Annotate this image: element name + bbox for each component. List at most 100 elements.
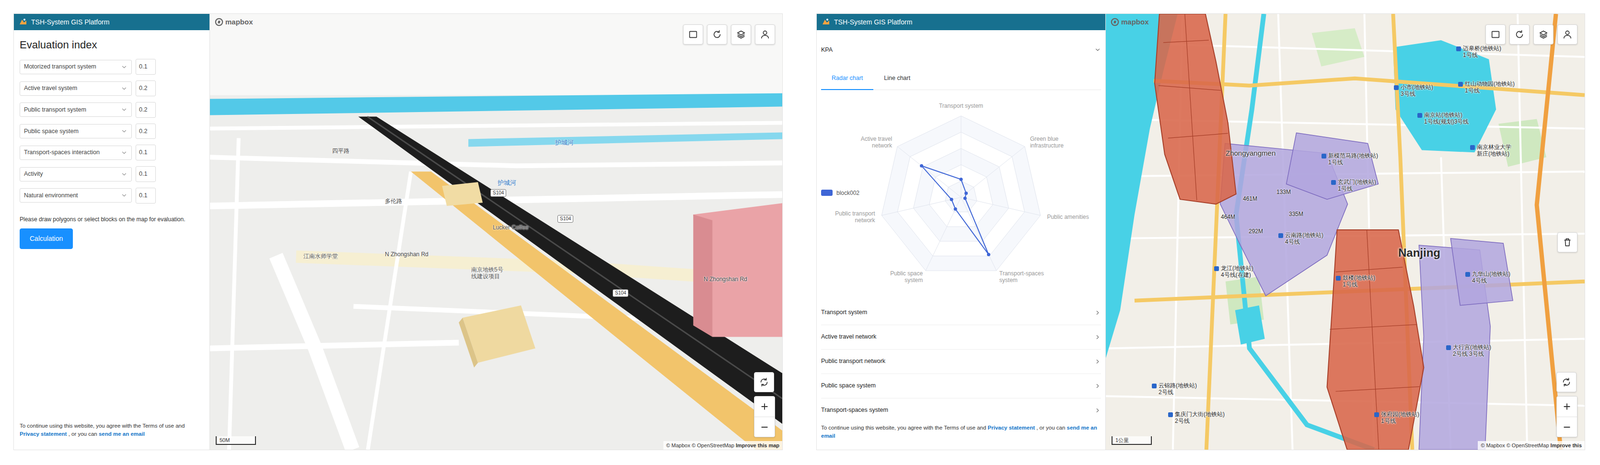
weight-input[interactable]: 0.2 xyxy=(135,102,156,118)
weight-input[interactable]: 0.1 xyxy=(135,144,156,161)
map-label[interactable]: 335M xyxy=(1288,211,1304,219)
map-label[interactable]: 鼓楼(地铁站) 1号线 xyxy=(1335,275,1376,289)
chart-tab[interactable]: Line chart xyxy=(873,67,921,91)
map-label[interactable]: 龙江(地铁站) 4号线(在建) xyxy=(1214,265,1254,279)
series-point[interactable] xyxy=(964,191,968,196)
map-label[interactable]: 张府园(地铁站) 1号线 xyxy=(1374,411,1420,426)
map-label[interactable]: Zhongyangmen xyxy=(1225,149,1276,158)
index-select[interactable]: Natural environment xyxy=(19,188,132,203)
map-label[interactable]: 292M xyxy=(1248,228,1264,236)
map-label[interactable]: 南京站(地铁站) 1号线(规划)3号线 xyxy=(1417,112,1469,126)
kpa-toggle[interactable] xyxy=(1094,46,1102,54)
chevron-down-icon xyxy=(120,85,128,93)
map-label[interactable]: 护城河 xyxy=(497,179,517,187)
series-point[interactable] xyxy=(963,196,967,200)
weight-input[interactable]: 0.1 xyxy=(135,166,156,183)
improve-map-link[interactable]: Improve this map xyxy=(735,442,780,449)
section-row[interactable]: Transport system xyxy=(821,301,1102,326)
radar-axis xyxy=(897,146,962,198)
zoom-out-button[interactable] xyxy=(1556,417,1577,438)
series-point[interactable] xyxy=(919,164,924,168)
attribution-text[interactable]: © Mapbox xyxy=(666,442,691,449)
series-point[interactable] xyxy=(950,197,954,202)
map-label[interactable]: 南京林业大学 新庄(地铁站) xyxy=(1470,144,1512,158)
index-select[interactable]: Active travel system xyxy=(19,81,132,96)
weight-input[interactable]: 0.1 xyxy=(135,58,156,75)
user-button[interactable] xyxy=(754,24,776,45)
index-select[interactable]: Public transport system xyxy=(19,102,132,117)
improve-map-link[interactable]: Improve this xyxy=(1550,442,1582,449)
section-row[interactable]: Public transport network xyxy=(821,349,1102,375)
zoom-in-button[interactable] xyxy=(1556,396,1577,418)
section-row[interactable]: Public space system xyxy=(821,374,1102,399)
chart-tab[interactable]: Radar chart xyxy=(821,67,874,91)
series-point[interactable] xyxy=(953,207,958,211)
privacy-link[interactable]: Privacy statement xyxy=(19,431,67,438)
map-label[interactable]: Lucker Coffee xyxy=(492,224,529,232)
index-select[interactable]: Activity xyxy=(19,167,132,182)
zoom-in-button[interactable] xyxy=(754,396,775,418)
map-label[interactable]: 红山动物园(地铁站) 1号线 xyxy=(1458,81,1515,95)
chart-legend[interactable]: block002 xyxy=(821,188,860,198)
kpa-header[interactable]: KPA xyxy=(821,37,1102,62)
map-label[interactable]: 玄武门(地铁站) 1号线 xyxy=(1331,179,1377,193)
map-label[interactable]: 133M xyxy=(1276,189,1291,197)
map-label[interactable]: 迈皋桥(地铁站) 1号线 xyxy=(1456,45,1502,59)
attribution-text[interactable]: © OpenStreetMap xyxy=(1506,442,1550,449)
lasso-button[interactable] xyxy=(1509,24,1530,45)
layers-button[interactable] xyxy=(730,24,752,45)
lasso-button[interactable] xyxy=(707,24,728,45)
email-link[interactable]: send me an email xyxy=(98,431,145,438)
rotate-button[interactable] xyxy=(1556,372,1577,393)
weight-input[interactable]: 0.2 xyxy=(135,80,156,97)
map-label[interactable]: 多伦路 xyxy=(384,198,403,206)
rotate-button[interactable] xyxy=(753,372,775,393)
map-label[interactable]: 小市(地铁站) 3号线 xyxy=(1393,84,1434,98)
map-label[interactable]: N Zhongshan Rd xyxy=(703,276,748,284)
map-label[interactable]: S104 xyxy=(490,189,507,198)
attribution-text[interactable]: © Mapbox xyxy=(1480,442,1505,449)
map-label[interactable]: 云南路(地铁站) 4号线 xyxy=(1278,232,1324,246)
map-label[interactable]: S104 xyxy=(557,215,574,223)
map-view[interactable]: 护城河护城河四平路多伦路N Zhongshan RdN Zhongshan Rd… xyxy=(209,13,783,451)
map-label[interactable]: N Zhongshan Rd xyxy=(384,251,429,259)
platform-logo-icon xyxy=(18,17,28,27)
map-label[interactable]: 464M xyxy=(1220,214,1236,221)
map-label[interactable]: 云锦路(地铁站) 2号线 xyxy=(1151,382,1197,397)
map-label[interactable]: 461M xyxy=(1242,196,1258,203)
index-select[interactable]: Public space system xyxy=(19,124,132,139)
user-button[interactable] xyxy=(1557,24,1578,45)
zoom-out-button[interactable] xyxy=(754,417,775,438)
map-label[interactable]: 九华山(地铁站) 4号线 xyxy=(1465,271,1511,285)
section-toggle[interactable] xyxy=(1094,358,1102,366)
delete-button[interactable] xyxy=(1557,232,1578,253)
calculation-button[interactable]: Calculation xyxy=(19,228,73,250)
series-point[interactable] xyxy=(986,253,991,257)
section-row[interactable]: Active travel network xyxy=(821,325,1102,350)
section-toggle[interactable] xyxy=(1094,407,1102,415)
map-label[interactable]: 集庆门大街(地铁站) 2号线 xyxy=(1168,411,1225,426)
map-label[interactable]: 新模范马路(地铁站) 1号线 xyxy=(1321,152,1379,167)
attribution-text[interactable]: © OpenStreetMap xyxy=(691,442,735,449)
section-row[interactable]: Transport-spaces system xyxy=(821,398,1102,422)
draw-rectangle-button[interactable] xyxy=(683,24,704,45)
weight-input[interactable]: 0.2 xyxy=(135,123,156,140)
index-select[interactable]: Motorized transport system xyxy=(19,59,132,75)
map-label[interactable]: 大行宫(地铁站) 2号线 3号线 xyxy=(1446,344,1492,359)
weight-input[interactable]: 0.1 xyxy=(135,187,156,204)
map-label[interactable]: S104 xyxy=(612,289,629,298)
series-point[interactable] xyxy=(959,177,963,182)
map-label[interactable]: 南京地铁5号 线建设项目 xyxy=(471,266,504,281)
map-label[interactable]: 四平路 xyxy=(332,148,350,155)
section-toggle[interactable] xyxy=(1094,309,1102,317)
map-view[interactable]: 迈皋桥(地铁站) 1号线小市(地铁站) 3号线 红山动物园(地铁站) 1号线南京站… xyxy=(1105,13,1585,451)
map-label[interactable]: 护城河 xyxy=(555,139,574,147)
layers-button[interactable] xyxy=(1533,24,1554,45)
draw-rectangle-button[interactable] xyxy=(1485,24,1506,45)
section-toggle[interactable] xyxy=(1094,334,1102,341)
map-label[interactable]: 江南水师学堂 xyxy=(303,253,338,261)
privacy-link[interactable]: Privacy statement xyxy=(987,425,1035,431)
index-select[interactable]: Transport-spaces interaction xyxy=(19,145,132,161)
map-label[interactable]: Nanjing xyxy=(1398,246,1441,260)
section-toggle[interactable] xyxy=(1094,382,1102,390)
